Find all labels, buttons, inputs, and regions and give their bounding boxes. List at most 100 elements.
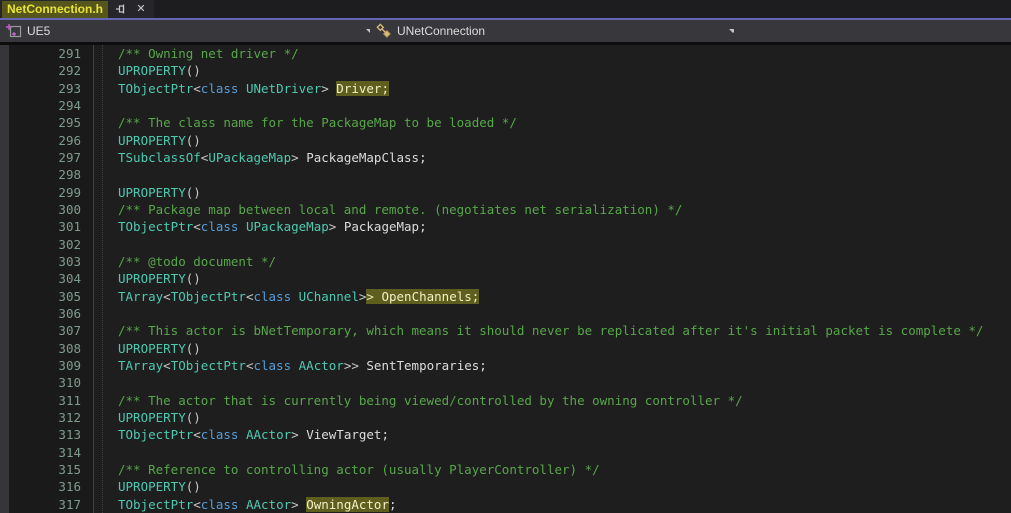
code-token: > — [291, 149, 307, 165]
member-dropdown[interactable] — [734, 20, 1011, 42]
code-line[interactable]: 316 UPROPERTY() — [9, 478, 1011, 495]
code-token: OwningActor — [306, 496, 389, 512]
line-number: 300 — [58, 201, 81, 217]
code-token: UChannel — [298, 288, 359, 304]
code-token: class — [200, 219, 239, 235]
code-line[interactable]: 315 /** Reference to controlling actor (u… — [9, 461, 1011, 478]
line-number: 296 — [58, 132, 81, 148]
code-text: /** The actor that is currently being vi… — [93, 392, 1011, 409]
tab-title: NetConnection.h — [2, 0, 108, 18]
code-token: AActor — [298, 357, 344, 373]
line-number: 292 — [58, 63, 81, 79]
code-line[interactable]: 291 /** Owning net driver */ — [9, 45, 1011, 62]
line-number: 312 — [58, 409, 81, 425]
code-line[interactable]: 306 — [9, 305, 1011, 322]
code-text: TObjectPtr<class UNetDriver> Driver; — [93, 80, 1011, 97]
code-line[interactable]: 292 UPROPERTY() — [9, 62, 1011, 79]
code-token: < — [163, 357, 171, 373]
line-number: 291 — [58, 46, 81, 61]
code-text: /** This actor is bNetTemporary, which m… — [93, 322, 1011, 339]
line-number: 297 — [58, 149, 81, 165]
code-line[interactable]: 313 TObjectPtr<class AActor> ViewTarget; — [9, 426, 1011, 443]
code-token: > — [291, 427, 307, 443]
code-token: /** The actor that is currently being vi… — [118, 392, 743, 408]
code-text: TObjectPtr<class AActor> OwningActor; — [93, 496, 1011, 513]
code-line[interactable]: 312 UPROPERTY() — [9, 409, 1011, 426]
document-tab[interactable]: NetConnection.h ✕ — [0, 0, 154, 18]
code-token: class — [253, 357, 292, 373]
code-token: ; — [388, 496, 397, 512]
code-line[interactable]: 294 — [9, 97, 1011, 114]
line-number: 295 — [58, 115, 81, 131]
code-token: > — [328, 219, 344, 235]
line-number: 293 — [58, 80, 81, 96]
code-line[interactable]: 310 — [9, 374, 1011, 391]
code-line[interactable]: 300 /** Package map between local and rem… — [9, 201, 1011, 218]
code-line[interactable]: 308 UPROPERTY() — [9, 340, 1011, 357]
code-line[interactable]: 295 /** The class name for the PackageMap… — [9, 114, 1011, 131]
class-icon — [376, 23, 392, 39]
code-line[interactable]: 311 /** The actor that is currently being… — [9, 392, 1011, 409]
code-line[interactable]: 299 UPROPERTY() — [9, 184, 1011, 201]
code-token: class — [253, 288, 292, 304]
code-line[interactable]: 303 /** @todo document */ — [9, 253, 1011, 270]
code-line[interactable]: 301 TObjectPtr<class UPackageMap> Package… — [9, 218, 1011, 235]
code-text: /** Package map between local and remote… — [93, 201, 1011, 218]
code-token: UPROPERTY — [118, 184, 186, 200]
code-token: < — [193, 496, 201, 512]
code-line[interactable]: 296 UPROPERTY() — [9, 132, 1011, 149]
line-number: 301 — [58, 219, 81, 235]
code-token: UPROPERTY — [118, 271, 186, 287]
code-token: > — [321, 80, 337, 96]
code-token: < — [193, 80, 201, 96]
code-token: /** Owning net driver */ — [118, 46, 299, 61]
code-line[interactable]: 297 TSubclassOf<UPackageMap> PackageMapCl… — [9, 149, 1011, 166]
code-token: () — [185, 340, 201, 356]
code-line[interactable]: 298 — [9, 166, 1011, 183]
code-token: TObjectPtr — [118, 427, 194, 443]
code-token: < — [163, 288, 171, 304]
code-token: TObjectPtr — [170, 357, 246, 373]
code-token: AActor — [245, 496, 292, 512]
code-token: () — [185, 409, 201, 425]
close-icon[interactable]: ✕ — [134, 2, 148, 16]
pin-icon[interactable] — [114, 2, 128, 16]
code-token: TArray — [118, 357, 164, 373]
code-token: TObjectPtr — [118, 496, 194, 512]
code-line[interactable]: 305 TArray<TObjectPtr<class UChannel>> Op… — [9, 288, 1011, 305]
code-editor[interactable]: 291/** Owning net driver */292 UPROPERTY(… — [0, 45, 1011, 513]
project-dropdown-label: UE5 — [27, 24, 51, 38]
code-token: UPROPERTY — [118, 132, 186, 148]
code-token: TObjectPtr — [118, 219, 194, 235]
line-number: 316 — [58, 479, 81, 495]
code-line[interactable]: 307 /** This actor is bNetTemporary, whic… — [9, 322, 1011, 339]
code-text: /** Reference to controlling actor (usua… — [93, 461, 1011, 478]
code-text: /** Owning net driver */ — [93, 45, 1011, 62]
code-line[interactable]: 304 UPROPERTY() — [9, 270, 1011, 287]
tab-bar: NetConnection.h ✕ — [0, 0, 1011, 18]
code-token: Driver; — [336, 80, 389, 96]
line-number: 309 — [58, 357, 81, 373]
code-line[interactable]: 309 TArray<TObjectPtr<class AActor>> Sent… — [9, 357, 1011, 374]
type-dropdown-label: UNetConnection — [397, 24, 486, 38]
code-line[interactable]: 317 TObjectPtr<class AActor> OwningActor; — [9, 496, 1011, 513]
line-number: 307 — [58, 323, 81, 339]
code-line[interactable]: 314 — [9, 444, 1011, 461]
line-number: 317 — [58, 496, 81, 512]
code-text: TSubclassOf<UPackageMap> PackageMapClass… — [93, 149, 1011, 166]
line-number: 302 — [58, 236, 81, 252]
code-text: TArray<TObjectPtr<class AActor>> SentTem… — [93, 357, 1011, 374]
line-number: 308 — [58, 340, 81, 356]
type-dropdown[interactable]: UNetConnection — [370, 20, 743, 42]
code-text: /** @todo document */ — [93, 253, 1011, 270]
line-number: 306 — [58, 305, 81, 321]
line-number: 299 — [58, 184, 81, 200]
code-line[interactable]: 302 — [9, 236, 1011, 253]
project-dropdown[interactable]: UE5 — [0, 20, 380, 42]
code-line[interactable]: 293 TObjectPtr<class UNetDriver> Driver; — [9, 80, 1011, 97]
code-text: UPROPERTY() — [93, 409, 1011, 426]
